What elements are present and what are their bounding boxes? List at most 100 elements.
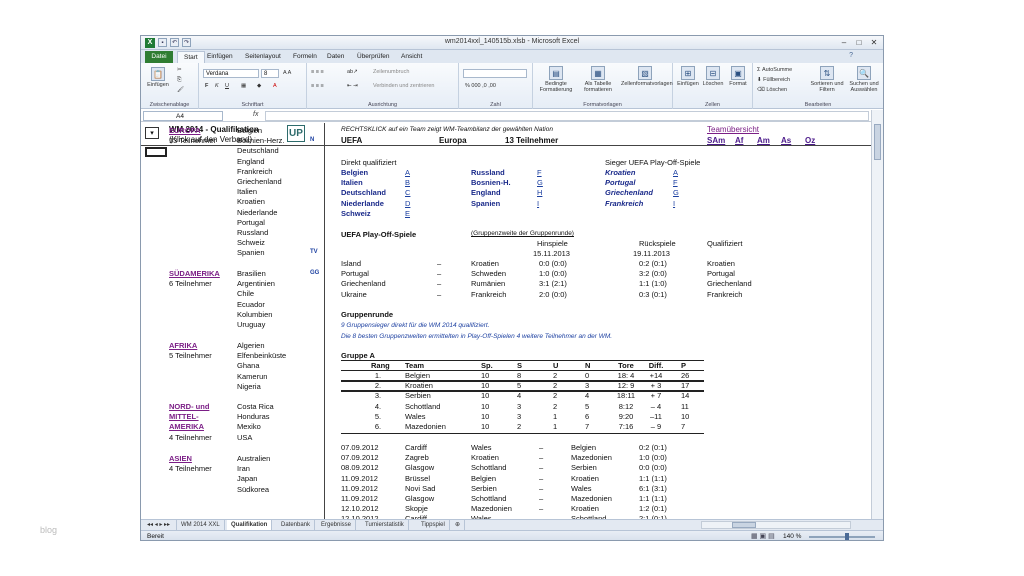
team-item[interactable]: Schweiz [237, 238, 265, 247]
team-item[interactable]: USA [237, 433, 252, 442]
qualified-team[interactable]: Schweiz [341, 209, 371, 218]
qualified-team[interactable]: Bosnien-H. [471, 178, 511, 187]
wrap-text-button[interactable]: Zeilenumbruch [373, 69, 409, 75]
font-size-select[interactable]: 8 [261, 69, 279, 78]
group-letter-link[interactable]: E [405, 209, 410, 218]
qualified-team[interactable]: Russland [471, 168, 505, 177]
clear-button[interactable]: ⌫ Löschen [757, 87, 787, 93]
standings-cell[interactable]: Schottland [405, 402, 465, 411]
team-item[interactable]: Deutschland [237, 146, 279, 155]
team-item[interactable]: Italien [237, 187, 257, 196]
align-left-icon[interactable]: ≡ ≡ ≡ [311, 83, 324, 89]
nav-link-am[interactable]: Am [757, 136, 770, 145]
italic-button[interactable]: K [215, 83, 219, 89]
group-letter-link[interactable]: B [405, 178, 410, 187]
team-overview-link[interactable]: Teamübersicht [707, 125, 759, 134]
team-item[interactable]: Bosnien-Herz. [237, 136, 285, 145]
orientation-icon[interactable]: ab↗ [347, 69, 358, 75]
grow-font-icon[interactable]: A A [283, 70, 291, 76]
vertical-scrollbar[interactable] [871, 110, 883, 519]
insert-cells-button[interactable]: ⊞ Einfügen [677, 66, 699, 87]
sheet-tab-wm2014xxl[interactable]: WM 2014 XXL [177, 520, 225, 530]
playoff-winner-team[interactable]: Kroatien [605, 168, 635, 177]
autosum-button[interactable]: Σ AutoSumme [757, 67, 792, 73]
group-letter-link[interactable]: A [673, 168, 678, 177]
conditional-format-button[interactable]: ▤ Bedingte Formatierung [537, 66, 575, 93]
maximize-button[interactable]: □ [852, 37, 866, 48]
team-item[interactable]: Costa Rica [237, 402, 274, 411]
team-item[interactable]: Russland [237, 228, 268, 237]
bold-button[interactable]: F [205, 83, 208, 89]
group-letter-link[interactable]: I [537, 199, 539, 208]
sort-filter-button[interactable]: ⇅ Sortieren und Filtern [809, 66, 845, 93]
zoom-slider[interactable] [809, 533, 875, 540]
delete-cells-button[interactable]: ⊟ Löschen [702, 66, 724, 87]
qualified-team[interactable]: Belgien [341, 168, 368, 177]
format-cells-button[interactable]: ▣ Format [727, 66, 749, 87]
sheet-tab-qualifikation[interactable]: Qualifikation [227, 520, 273, 530]
cut-icon[interactable]: ✂ [177, 67, 182, 73]
new-sheet-icon[interactable]: ⊕ [451, 520, 466, 530]
group-letter-link[interactable]: F [537, 168, 542, 177]
standings-cell[interactable]: Mazedonien [405, 422, 465, 431]
formula-input[interactable] [265, 111, 869, 121]
tab-einfuegen[interactable]: Einfügen [201, 51, 239, 63]
playoff-winner-team[interactable]: Portugal [605, 178, 635, 187]
team-item[interactable]: Australien [237, 454, 270, 463]
view-mode-icons[interactable]: ▦ ▣ ▤ [751, 532, 775, 540]
team-item[interactable]: Mexiko [237, 422, 261, 431]
group-letter-link[interactable]: I [673, 199, 675, 208]
scroll-thumb[interactable] [874, 124, 881, 160]
number-format-select[interactable] [463, 69, 527, 78]
confederation-link[interactable]: MITTEL- [169, 412, 199, 421]
h-scroll-thumb[interactable] [732, 522, 756, 528]
zoom-handle[interactable] [845, 533, 849, 540]
number-format-icons[interactable]: % 000 ,0 ,00 [465, 83, 496, 89]
team-item[interactable]: Griechenland [237, 177, 282, 186]
underline-button[interactable]: U [225, 83, 229, 89]
sheet-tab-turnierstatistik[interactable]: Turnierstatistik [361, 520, 409, 530]
team-item[interactable]: Japan [237, 474, 257, 483]
cell-styles-button[interactable]: ▧ Zellenformatvorlagen [621, 66, 673, 87]
help-icon[interactable]: ? [849, 52, 853, 59]
group-letter-link[interactable]: G [537, 178, 543, 187]
sheet-tab-datenbank[interactable]: Datenbank [277, 520, 316, 530]
format-painter-icon[interactable]: 🖌 [177, 87, 184, 93]
qualified-team[interactable]: Spanien [471, 199, 500, 208]
border-icon[interactable]: ▦ [241, 83, 246, 89]
team-item[interactable]: Spanien [237, 248, 265, 257]
tab-datei[interactable]: Datei [145, 51, 173, 63]
standings-cell[interactable]: Serbien [405, 391, 465, 400]
group-letter-link[interactable]: C [405, 188, 410, 197]
confederation-link[interactable]: EUROPA [169, 126, 201, 135]
find-select-button[interactable]: 🔍 Suchen und Auswählen [847, 66, 881, 93]
group-letter-link[interactable]: A [405, 168, 410, 177]
standings-cell[interactable]: Belgien [405, 371, 465, 380]
qualified-team[interactable]: Deutschland [341, 188, 386, 197]
playoff-winner-team[interactable]: Griechenland [605, 188, 653, 197]
fx-icon[interactable]: fx [253, 111, 258, 118]
qualified-team[interactable]: Italien [341, 178, 363, 187]
team-item[interactable]: Belgien [237, 126, 262, 135]
group-letter-link[interactable]: D [405, 199, 410, 208]
confederation-link[interactable]: ASIEN [169, 454, 192, 463]
confederation-link[interactable]: AMERIKA [169, 422, 204, 431]
sheet-tab-tippspiel[interactable]: Tippspiel [417, 520, 450, 530]
team-item[interactable]: Ghana [237, 361, 260, 370]
selected-cell-a4[interactable] [145, 147, 167, 157]
paste-button[interactable]: 📋 Einfügen [145, 67, 171, 88]
team-item[interactable]: Portugal [237, 218, 265, 227]
confederation-link[interactable]: NORD- und [169, 402, 209, 411]
team-item[interactable]: England [237, 157, 265, 166]
team-item[interactable]: Frankreich [237, 167, 272, 176]
merge-center-button[interactable]: Verbinden und zentrieren [373, 83, 434, 89]
nav-link-oz[interactable]: Oz [805, 136, 815, 145]
team-item[interactable]: Brasilien [237, 269, 266, 278]
tab-daten[interactable]: Daten [321, 51, 350, 63]
team-item[interactable]: Elfenbeinküste [237, 351, 286, 360]
team-item[interactable]: Ecuador [237, 300, 265, 309]
team-item[interactable]: Nigeria [237, 382, 261, 391]
group-letter-link[interactable]: H [537, 188, 542, 197]
team-item[interactable]: Niederlande [237, 208, 277, 217]
worksheet[interactable]: ▾ WM 2014 - Qualifikation (Klick auf den… [141, 123, 871, 519]
